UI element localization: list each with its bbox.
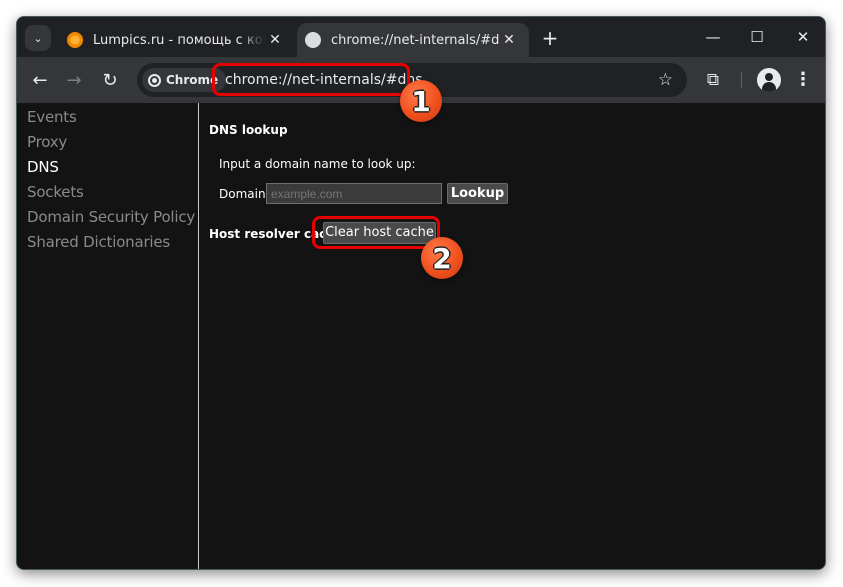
step-badge-2: 2 [421, 237, 463, 279]
maximize-icon: ☐ [750, 28, 764, 46]
close-icon: ✕ [796, 28, 810, 46]
minimize-icon: — [705, 28, 721, 46]
reload-icon: ↻ [102, 69, 118, 91]
kebab-menu-icon[interactable]: ⋮ [793, 70, 813, 90]
domain-input[interactable] [266, 183, 442, 204]
close-icon[interactable]: ✕ [499, 32, 519, 48]
minimize-button[interactable]: — [691, 23, 735, 51]
reload-button[interactable]: ↻ [95, 65, 125, 95]
url-highlight-frame [212, 63, 410, 96]
chevron-down-icon: ⌄ [33, 31, 43, 45]
clear-cache-highlight-frame [312, 216, 440, 249]
sidebar-item-sockets[interactable]: Sockets [27, 180, 198, 205]
tab-search-button[interactable]: ⌄ [25, 25, 51, 51]
tab-title: Lumpics.ru - помощь с компьютером [93, 32, 265, 48]
arrow-left-icon: ← [32, 69, 48, 91]
forward-button[interactable]: → [59, 65, 89, 95]
sidebar-item-events[interactable]: Events [27, 105, 198, 130]
page-content: Events Proxy DNS Sockets Domain Security… [17, 103, 825, 569]
avatar-body [762, 82, 776, 92]
maximize-button[interactable]: ☐ [735, 23, 779, 51]
lookup-button[interactable]: Lookup [447, 183, 508, 204]
chip-label: Chrome [166, 73, 219, 87]
step-badge-1: 1 [400, 80, 442, 122]
close-icon[interactable]: ✕ [265, 32, 285, 48]
close-window-button[interactable]: ✕ [781, 23, 825, 51]
tab-net-internals[interactable]: chrome://net-internals/#dns ✕ [297, 23, 529, 57]
tab-title: chrome://net-internals/#dns [331, 32, 499, 48]
extensions-icon[interactable]: ⧉ [703, 70, 723, 90]
lookup-prompt: Input a domain name to look up: [219, 157, 416, 171]
bookmark-star-icon[interactable]: ☆ [658, 63, 673, 97]
sidebar: Events Proxy DNS Sockets Domain Security… [17, 103, 199, 569]
plus-icon: + [541, 26, 559, 50]
dns-lookup-heading: DNS lookup [209, 123, 288, 137]
sidebar-item-shared-dictionaries[interactable]: Shared Dictionaries [27, 230, 198, 255]
chrome-logo-icon [148, 73, 161, 87]
sidebar-item-domain-security-policy[interactable]: Domain Security Policy [27, 205, 198, 230]
new-tab-button[interactable]: + [537, 25, 563, 51]
sidebar-item-dns[interactable]: DNS [27, 155, 198, 180]
arrow-right-icon: → [66, 69, 82, 91]
toolbar-divider [741, 72, 742, 88]
profile-avatar[interactable] [757, 68, 781, 92]
sidebar-item-proxy[interactable]: Proxy [27, 130, 198, 155]
globe-icon [305, 32, 321, 48]
dns-panel: DNS lookup Input a domain name to look u… [209, 103, 825, 569]
tab-lumpics[interactable]: Lumpics.ru - помощь с компьютером ✕ [59, 23, 295, 57]
domain-label: Domain: [219, 187, 270, 201]
tab-strip: ⌄ Lumpics.ru - помощь с компьютером ✕ ch… [17, 17, 825, 57]
avatar-head [765, 73, 773, 81]
back-button[interactable]: ← [25, 65, 55, 95]
orange-icon [67, 32, 83, 48]
